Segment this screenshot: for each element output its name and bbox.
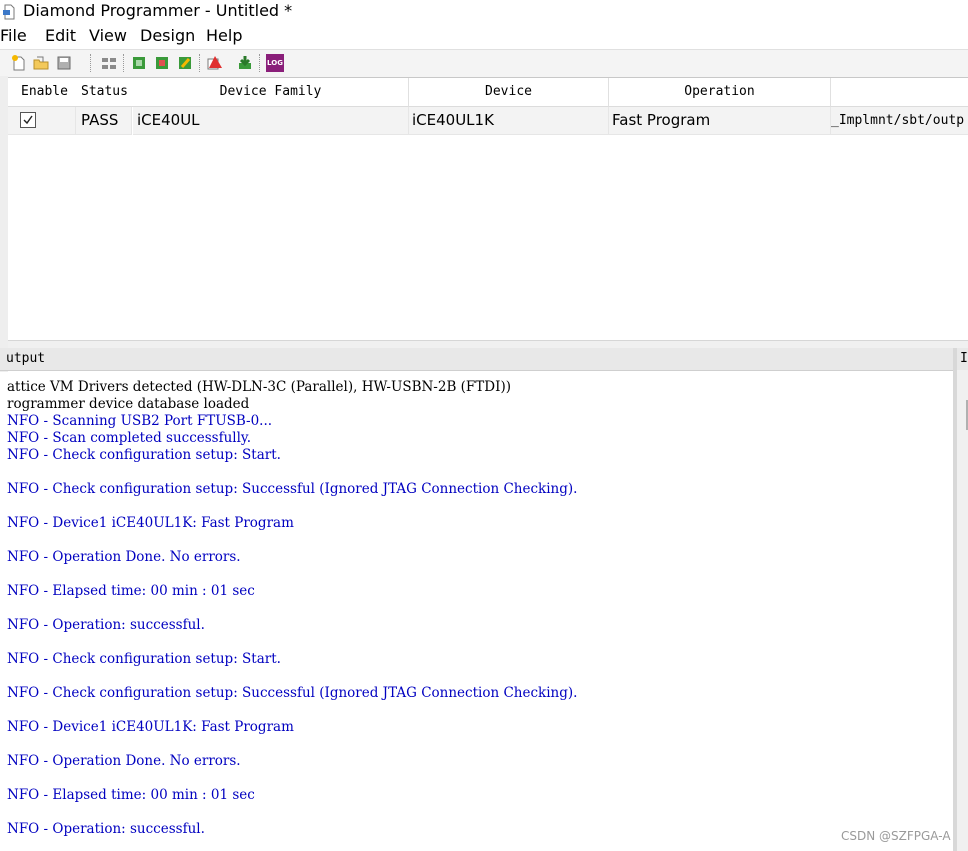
device-grid: Enable Status Device Family Device Opera…: [8, 78, 968, 340]
log-icon-label: LOG: [267, 59, 283, 67]
column-header-file[interactable]: [831, 78, 968, 107]
output-pane-header: utput: [0, 348, 953, 371]
log-line: NFO - Elapsed time: 00 min : 01 sec: [7, 787, 255, 803]
log-icon[interactable]: LOG: [266, 54, 284, 72]
right-panel: I: [957, 348, 968, 851]
device-properties-icon[interactable]: [206, 54, 224, 72]
output-pane-title: utput: [6, 351, 46, 366]
log-line: NFO - Operation Done. No errors.: [7, 753, 241, 769]
download-icon[interactable]: [236, 54, 254, 72]
file-cell[interactable]: _Implmnt/sbt/outp: [831, 107, 968, 135]
program-device-icon[interactable]: [153, 54, 171, 72]
log-line: NFO - Operation Done. No errors.: [7, 549, 241, 565]
log-line: NFO - Check configuration setup: Success…: [7, 481, 578, 497]
output-log[interactable]: attice VM Drivers detected (HW-DLN-3C (P…: [0, 372, 953, 851]
checkmark-icon: [23, 115, 33, 125]
window-title: Diamond Programmer - Untitled *: [23, 1, 293, 20]
enable-cell[interactable]: [8, 107, 76, 135]
log-line: NFO - Scanning USB2 Port FTUSB-0...: [7, 413, 273, 429]
status-cell: PASS: [76, 107, 132, 135]
scan-icon[interactable]: [100, 54, 118, 72]
toolbar: LOG: [0, 49, 968, 78]
menu-edit[interactable]: Edit: [45, 26, 76, 46]
menu-file[interactable]: File: [0, 26, 27, 46]
log-line: attice VM Drivers detected (HW-DLN-3C (P…: [7, 379, 511, 395]
column-header-operation[interactable]: Operation: [609, 78, 831, 107]
toolbar-separator: [90, 54, 91, 72]
toolbar-separator: [123, 54, 124, 72]
column-header-device-family[interactable]: Device Family: [133, 78, 409, 107]
title-bar: Diamond Programmer - Untitled *: [0, 0, 968, 24]
edit-device-icon[interactable]: [176, 54, 194, 72]
save-icon[interactable]: [55, 54, 73, 72]
open-file-icon[interactable]: [32, 54, 50, 72]
log-line: NFO - Check configuration setup: Success…: [7, 685, 578, 701]
menu-view[interactable]: View: [89, 26, 127, 46]
diamond-programmer-app-icon: [3, 4, 15, 20]
column-header-device[interactable]: Device: [409, 78, 609, 107]
log-line: NFO - Device1 iCE40UL1K: Fast Program: [7, 719, 294, 735]
toolbar-separator: [199, 54, 200, 72]
menu-bar: File Edit View Design Help: [0, 24, 968, 48]
log-line: NFO - Device1 iCE40UL1K: Fast Program: [7, 515, 294, 531]
log-line: NFO - Operation: successful.: [7, 821, 205, 837]
column-header-status[interactable]: Status: [76, 78, 137, 107]
menu-design[interactable]: Design: [140, 26, 195, 46]
log-line: rogrammer device database loaded: [7, 396, 250, 412]
right-panel-header: I: [957, 348, 968, 370]
watermark: CSDN @SZFPGA-A: [841, 829, 951, 843]
device-cell[interactable]: iCE40UL1K: [409, 107, 609, 135]
log-line: NFO - Operation: successful.: [7, 617, 205, 633]
cable-settings-icon[interactable]: [130, 54, 148, 72]
operation-cell[interactable]: Fast Program: [609, 107, 831, 135]
new-file-icon[interactable]: [10, 54, 28, 72]
enable-checkbox[interactable]: [20, 112, 36, 128]
log-line: NFO - Scan completed successfully.: [7, 430, 252, 446]
device-family-cell[interactable]: iCE40UL: [133, 107, 409, 135]
toolbar-separator: [259, 54, 260, 72]
log-line: NFO - Check configuration setup: Start.: [7, 651, 281, 667]
menu-help[interactable]: Help: [206, 26, 242, 46]
log-line: NFO - Elapsed time: 00 min : 01 sec: [7, 583, 255, 599]
log-line: NFO - Check configuration setup: Start.: [7, 447, 281, 463]
right-panel-title: I: [960, 351, 968, 366]
